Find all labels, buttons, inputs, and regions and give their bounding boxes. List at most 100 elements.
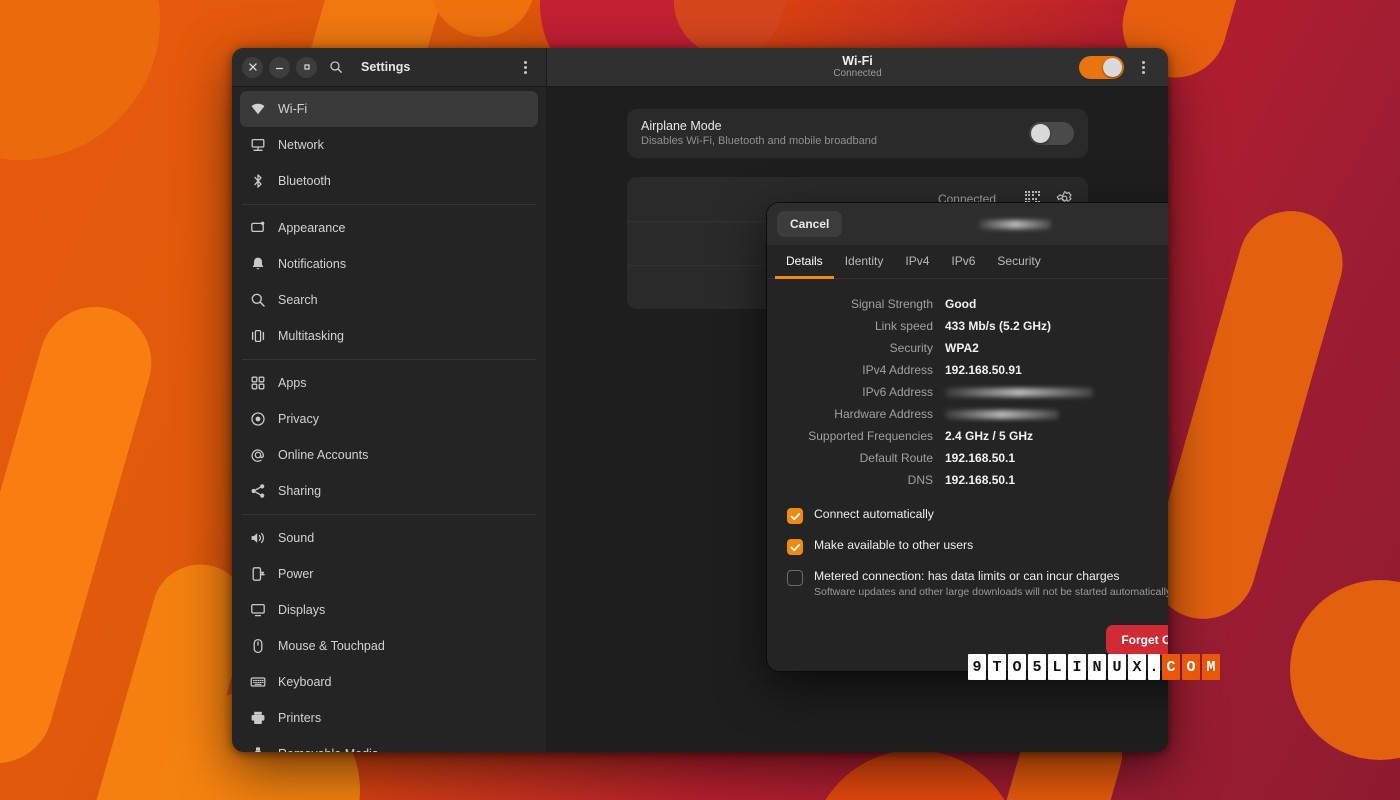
redacted-value [945,410,1059,419]
panel-subtitle: Connected [547,68,1168,80]
checkbox-make-available-to-other-users[interactable]: Make available to other users [787,538,1168,555]
sidebar-divider [242,204,536,205]
airplane-mode-toggle[interactable] [1029,122,1074,145]
minimize-icon [275,63,284,71]
watermark-char: 9 [968,654,986,680]
window-headerbar: Settings Wi-Fi Connected [232,48,1168,87]
sidebar-item-label: Sharing [278,484,321,498]
watermark-char: C [1162,654,1180,680]
detail-value: 433 Mb/s (5.2 GHz) [945,319,1051,333]
sidebar-item-search[interactable]: Search [240,282,538,318]
printer-icon [250,710,266,726]
tab-ipv4[interactable]: IPv4 [894,245,940,279]
sidebar-item-network[interactable]: Network [240,127,538,163]
checkbox-checked-icon[interactable] [787,508,803,524]
dialog-body: Signal Strength Good Link speed 433 Mb/s… [767,279,1168,671]
sidebar-item-label: Bluetooth [278,174,331,188]
airplane-mode-card: Airplane Mode Disables Wi-Fi, Bluetooth … [627,109,1088,158]
desktop-wallpaper: Settings Wi-Fi Connected [0,0,1400,800]
watermark-char: U [1108,654,1126,680]
detail-value: WPA2 [945,341,979,355]
tab-ipv6[interactable]: IPv6 [940,245,986,279]
sidebar-item-label: Network [278,138,324,152]
watermark-char: M [1202,654,1220,680]
headerbar-right: Wi-Fi Connected [547,48,1168,86]
apps-grid-icon [250,375,266,391]
detail-label: Link speed [787,319,945,333]
wifi-icon [250,101,266,117]
sidebar-item-multitasking[interactable]: Multitasking [240,318,538,354]
sidebar-item-removable-media[interactable]: Removable Media [240,736,538,752]
search-button[interactable] [323,54,349,80]
checkbox-metered-connection[interactable]: Metered connection: has data limits or c… [787,569,1168,599]
sidebar-item-apps[interactable]: Apps [240,365,538,401]
sidebar-item-label: Keyboard [278,675,332,689]
sidebar-item-label: Apps [278,376,307,390]
detail-label: Signal Strength [787,297,945,311]
dialog-tabs[interactable]: Details Identity IPv4 IPv6 Security [767,245,1168,279]
detail-value: 192.168.50.91 [945,363,1022,377]
checkbox-label: Make available to other users [814,538,973,553]
sidebar-item-label: Multitasking [278,329,344,343]
sidebar-item-bluetooth[interactable]: Bluetooth [240,163,538,199]
sidebar-item-appearance[interactable]: Appearance [240,210,538,246]
sidebar-item-online-accounts[interactable]: Online Accounts [240,437,538,473]
display-icon [250,602,266,618]
kebab-menu-icon [1142,61,1145,74]
wallpaper-shape [0,0,160,160]
wallpaper-shape [1139,199,1355,631]
tab-identity[interactable]: Identity [834,245,895,279]
watermark-char: . [1148,654,1160,680]
watermark-char: I [1068,654,1086,680]
sidebar-item-printers[interactable]: Printers [240,700,538,736]
tab-details[interactable]: Details [775,245,834,279]
detail-label: Security [787,341,945,355]
dialog-footer: Forget Connection [787,625,1168,655]
wallpaper-shape [1290,580,1400,760]
minimize-button[interactable] [269,57,290,78]
detail-value: 192.168.50.1 [945,451,1015,465]
close-button[interactable] [242,57,263,78]
checkbox-checked-icon[interactable] [787,539,803,555]
sidebar-item-notifications[interactable]: Notifications [240,246,538,282]
sidebar-item-label: Notifications [278,257,346,271]
sidebar-item-power[interactable]: Power [240,556,538,592]
sidebar-item-label: Search [278,293,318,307]
sidebar-item-displays[interactable]: Displays [240,592,538,628]
detail-value: 2.4 GHz / 5 GHz [945,429,1033,443]
sidebar-item-keyboard[interactable]: Keyboard [240,664,538,700]
privacy-icon [250,411,266,427]
checkbox-sublabel: Software updates and other large downloa… [814,585,1168,599]
search-icon [250,292,266,308]
sidebar-item-mouse-touchpad[interactable]: Mouse & Touchpad [240,628,538,664]
sidebar-item-wi-fi[interactable]: Wi-Fi [240,91,538,127]
detail-value: 192.168.50.1 [945,473,1015,487]
sidebar-item-sharing[interactable]: Sharing [240,473,538,509]
sidebar[interactable]: Wi-Fi Network Bluetooth [232,87,547,752]
forget-connection-button[interactable]: Forget Connection [1106,625,1168,655]
checkbox-unchecked-icon[interactable] [787,570,803,586]
sidebar-item-label: Power [278,567,313,581]
settings-window: Settings Wi-Fi Connected [232,48,1168,752]
at-sign-icon [250,447,266,463]
detail-row-supported-frequencies: Supported Frequencies 2.4 GHz / 5 GHz [787,429,1168,443]
watermark-char: O [1008,654,1026,680]
sidebar-item-label: Printers [278,711,321,725]
maximize-button[interactable] [296,57,317,78]
airplane-mode-title: Airplane Mode [641,118,1029,134]
window-menu-button[interactable] [512,54,538,80]
detail-value: Good [945,297,976,311]
airplane-mode-row[interactable]: Airplane Mode Disables Wi-Fi, Bluetooth … [627,109,1088,158]
tab-security[interactable]: Security [986,245,1051,279]
sidebar-item-privacy[interactable]: Privacy [240,401,538,437]
dialog-headerbar: Cancel Apply [767,203,1168,245]
sidebar-divider [242,359,536,360]
sidebar-item-sound[interactable]: Sound [240,520,538,556]
cancel-button[interactable]: Cancel [777,211,842,237]
usb-drive-icon [250,746,266,752]
checkbox-connect-automatically[interactable]: Connect automatically [787,507,1168,524]
wifi-toggle[interactable] [1079,56,1124,79]
bluetooth-icon [250,173,266,189]
close-icon [249,63,257,71]
wifi-menu-button[interactable] [1130,54,1156,80]
